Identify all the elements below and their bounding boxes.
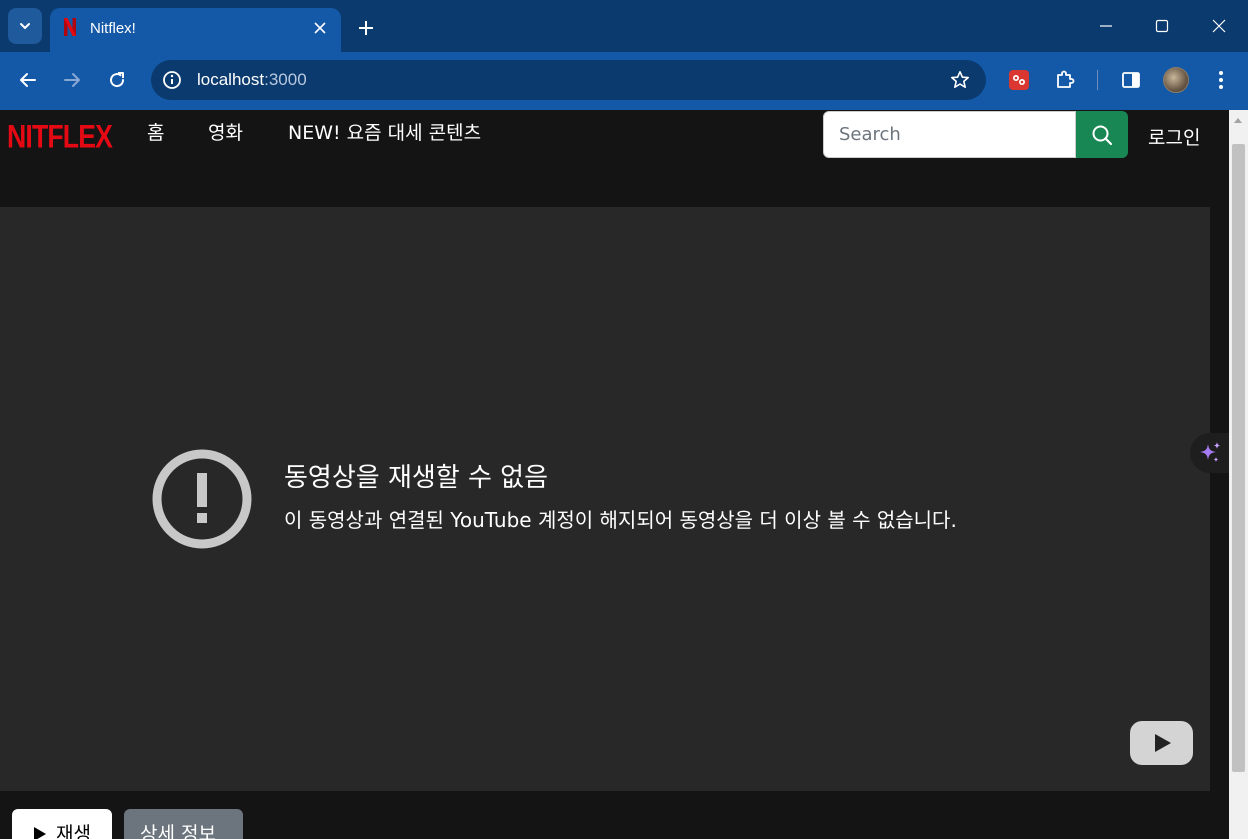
sparkle-icon: [1200, 442, 1221, 462]
site-info-button[interactable]: [159, 67, 185, 93]
extension-app-icon: [1009, 70, 1029, 90]
profile-avatar[interactable]: [1163, 67, 1189, 93]
scrollbar-thumb[interactable]: [1232, 144, 1245, 772]
nav-link-trending[interactable]: NEW! 요즘 대세 콘텐츠: [288, 118, 481, 145]
bookmark-button[interactable]: [948, 68, 972, 92]
minimize-button[interactable]: [1083, 10, 1129, 42]
forward-button[interactable]: [56, 64, 88, 96]
puzzle-icon: [1057, 70, 1075, 88]
tab-search-button[interactable]: [8, 8, 42, 44]
browser-toolbar: localhost:3000: [0, 52, 1248, 110]
play-button[interactable]: 재생: [12, 809, 112, 839]
tab-title: Nitflex!: [90, 20, 136, 37]
browser-chrome: Nitflex! localhost:3000: [0, 0, 1248, 110]
url-text: localhost:3000: [197, 70, 307, 89]
extension-button[interactable]: [1005, 66, 1033, 94]
video-player[interactable]: 동영상을 재생할 수 없음 이 동영상과 연결된 YouTube 계정이 해지되…: [0, 207, 1210, 791]
arrow-left-icon: [20, 73, 36, 87]
reload-button[interactable]: [101, 64, 133, 96]
scroll-up-arrow[interactable]: [1234, 118, 1242, 123]
close-icon: [1212, 19, 1226, 33]
web-page: NITFLEX 홈 영화 NEW! 요즘 대세 콘텐츠 로그인 동영상을 재생할…: [0, 110, 1230, 839]
more-info-button[interactable]: 상세 정보: [124, 809, 243, 839]
back-button[interactable]: [12, 64, 44, 96]
search-button[interactable]: [1076, 111, 1128, 158]
extensions-menu-button[interactable]: [1051, 66, 1079, 94]
plus-icon: [359, 21, 373, 35]
toolbar-separator: [1097, 70, 1098, 90]
netflix-favicon-icon: [64, 18, 76, 36]
site-logo[interactable]: NITFLEX: [7, 118, 113, 156]
more-info-label: 상세 정보: [140, 823, 216, 839]
tab-strip: Nitflex!: [0, 0, 1248, 52]
star-icon: [951, 71, 969, 88]
ai-assistant-button[interactable]: [1190, 433, 1230, 473]
chevron-down-icon: [20, 23, 30, 30]
minimize-icon: [1100, 25, 1112, 27]
search-icon: [1092, 125, 1113, 145]
login-link[interactable]: 로그인: [1148, 123, 1200, 150]
alert-circle-icon: [152, 449, 252, 549]
tab-close-button[interactable]: [309, 17, 331, 39]
side-panel-icon: [1122, 72, 1140, 88]
side-panel-button[interactable]: [1117, 66, 1145, 94]
arrow-right-icon: [64, 73, 80, 87]
error-message: 이 동영상과 연결된 YouTube 계정이 해지되어 동영상을 더 이상 볼 …: [284, 508, 957, 532]
window-close-button[interactable]: [1196, 10, 1242, 42]
maximize-icon: [1155, 19, 1169, 33]
play-icon: [34, 827, 46, 839]
nav-link-movies[interactable]: 영화: [208, 118, 243, 145]
close-icon: [314, 22, 326, 34]
info-icon: [163, 71, 181, 89]
nav-link-home[interactable]: 홈: [147, 118, 164, 145]
address-bar[interactable]: localhost:3000: [151, 60, 986, 100]
reload-icon: [110, 72, 125, 88]
new-tab-button[interactable]: [352, 14, 380, 42]
play-button-label: 재생: [56, 823, 91, 839]
error-title: 동영상을 재생할 수 없음: [284, 463, 548, 493]
browser-tab[interactable]: Nitflex!: [50, 8, 341, 52]
youtube-logo-icon[interactable]: [1130, 721, 1193, 765]
page-scrollbar[interactable]: [1229, 110, 1248, 839]
browser-menu-button[interactable]: [1207, 66, 1235, 94]
more-vertical-icon: [1219, 71, 1223, 89]
maximize-button[interactable]: [1139, 10, 1185, 42]
search-input[interactable]: [823, 111, 1076, 158]
